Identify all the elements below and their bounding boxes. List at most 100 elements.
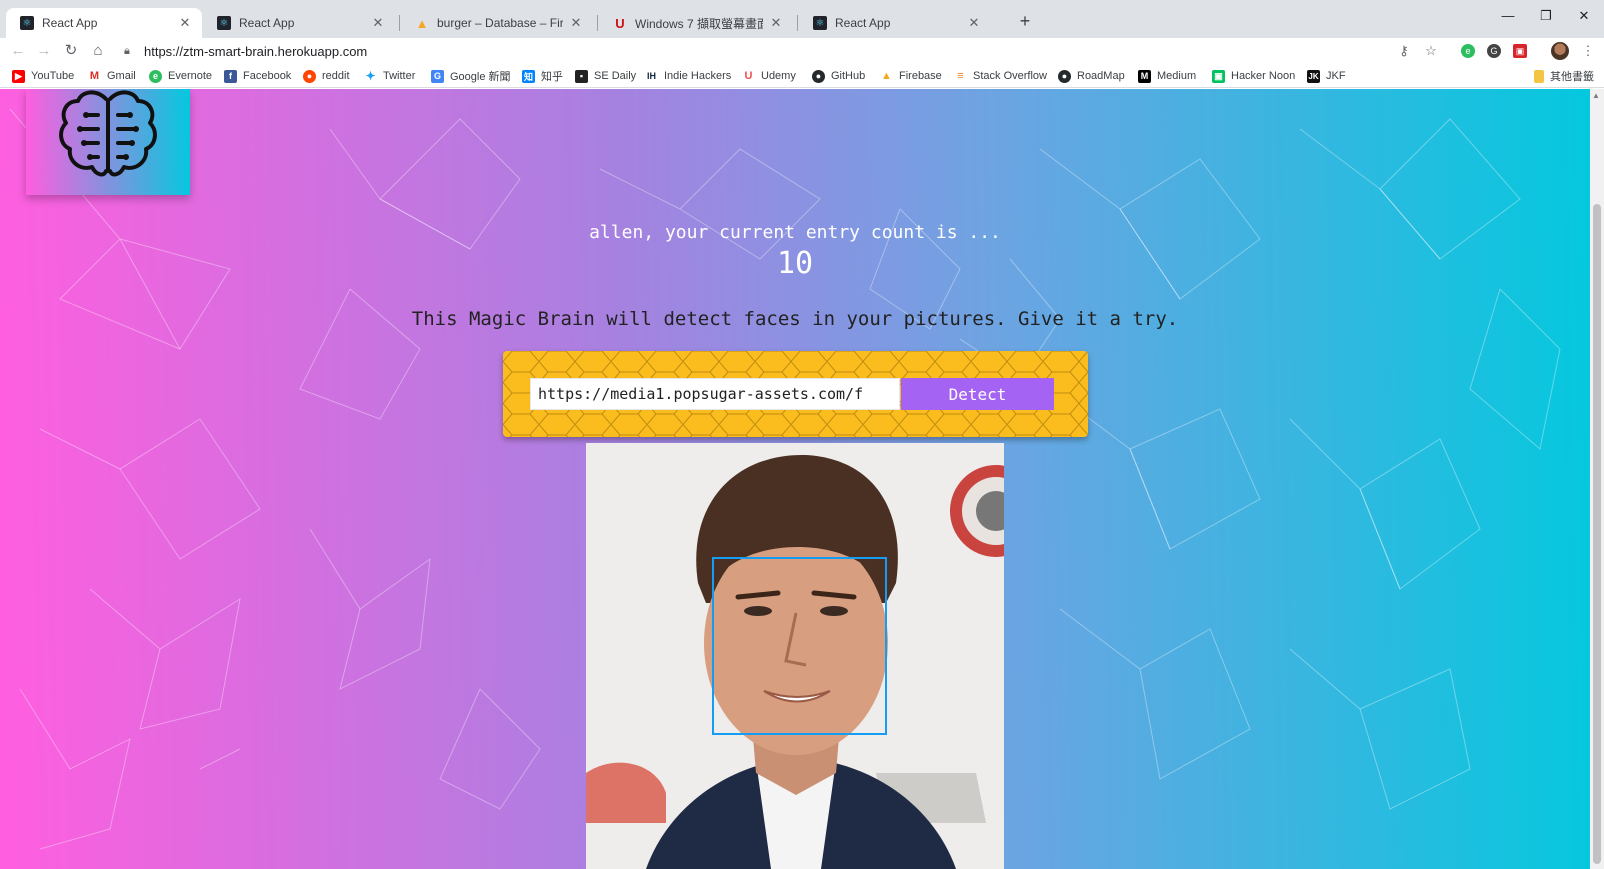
bookmark-label: reddit (322, 70, 350, 82)
minimize-button[interactable]: — (1488, 8, 1528, 23)
bookmark-roadmap[interactable]: ● RoadMap (1058, 68, 1125, 84)
bookmark-youtube[interactable]: ▶ YouTube (12, 68, 74, 84)
firebase-icon: ▲ (881, 70, 892, 82)
bookmark-label: Gmail (107, 70, 136, 82)
bookmark-label: Facebook (243, 70, 292, 82)
bookmark-jkf[interactable]: JK JKF (1307, 68, 1346, 84)
scrollbar-thumb[interactable] (1593, 204, 1601, 864)
bookmark-label: 知乎 (541, 71, 563, 83)
stackoverflow-icon: ≡ (957, 70, 964, 82)
bookmark-label: Indie Hackers (664, 70, 732, 82)
reddit-icon: ● (303, 69, 316, 83)
bookmark-stack-overflow[interactable]: ≡ Stack Overflow (954, 68, 1047, 84)
udemy-icon: U (744, 70, 753, 82)
avatar[interactable] (1551, 42, 1569, 60)
bookmark-label: Hacker Noon (1231, 70, 1296, 82)
bookmark-gmail[interactable]: M Gmail (88, 68, 136, 84)
bookmark-twitter[interactable]: ✦ Twitter (364, 68, 415, 84)
entry-count-text: allen, your current entry count is ... (589, 222, 1001, 243)
tab-title: React App (239, 16, 295, 30)
extension-icon[interactable]: G (1487, 44, 1501, 58)
home-button[interactable]: ⌂ (87, 40, 109, 62)
tab-strip: ⚛ React App ✕ ⚛ React App ✕ ▲ burger – D… (0, 0, 1604, 38)
bookmark-other-folder[interactable]: 其他書籤 (1534, 68, 1594, 84)
bookmark-label: YouTube (31, 70, 75, 82)
hacker-noon-icon: ▣ (1212, 69, 1225, 83)
bookmark-google-news[interactable]: G Google 新聞 (431, 68, 511, 84)
new-tab-button[interactable]: + (1013, 10, 1037, 32)
evernote-icon: e (149, 69, 162, 83)
bookmark-indie-hackers[interactable]: IH Indie Hackers (645, 68, 731, 84)
key-icon[interactable]: ⚷ (1394, 41, 1414, 61)
logo-card[interactable] (26, 89, 190, 195)
tab-title: React App (835, 16, 891, 30)
reload-button[interactable]: ↻ (60, 40, 82, 62)
tab-title: burger – Database – Firebase c (437, 16, 563, 30)
zhihu-icon: 知 (522, 69, 535, 83)
bookmarks-bar: ▶ YouTube M Gmail e Evernote f Facebook … (0, 64, 1604, 88)
bookmark-reddit[interactable]: ● reddit (303, 68, 350, 84)
tab-firebase[interactable]: ▲ burger – Database – Firebase c ✕ (401, 8, 593, 38)
close-icon[interactable]: ✕ (178, 15, 192, 31)
page-content: allen, your current entry count is ... 1… (0, 89, 1590, 869)
close-icon[interactable]: ✕ (769, 15, 783, 31)
bookmark-hacker-noon[interactable]: ▣ Hacker Noon (1212, 68, 1295, 84)
react-icon: ⚛ (20, 16, 34, 30)
indie-hackers-icon: IH (647, 71, 656, 81)
scroll-up-icon[interactable]: ▲ (1592, 91, 1600, 100)
bookmark-udemy[interactable]: U Udemy (742, 68, 796, 84)
face-image (586, 443, 1004, 869)
image-url-input[interactable] (530, 378, 900, 410)
detect-button[interactable]: Detect (901, 378, 1054, 410)
react-icon: ⚛ (217, 16, 231, 30)
pdf-extension-icon[interactable]: ▣ (1513, 44, 1527, 58)
bookmark-se-daily[interactable]: ▪ SE Daily (575, 68, 636, 84)
bookmark-label: Twitter (383, 70, 416, 82)
window-close-button[interactable]: ✕ (1564, 8, 1604, 24)
gmail-icon: M (89, 70, 100, 82)
bookmark-label: Stack Overflow (973, 70, 1047, 82)
bookmark-label: JKF (1326, 70, 1346, 82)
youtube-icon: ▶ (12, 69, 25, 83)
facebook-icon: f (224, 69, 237, 83)
scrollbar[interactable]: ▲ (1590, 89, 1604, 869)
tab-react-app-2[interactable]: ⚛ React App ✕ (203, 8, 395, 38)
tab-react-app-3[interactable]: ⚛ React App ✕ (799, 8, 991, 38)
google-news-icon: G (431, 69, 444, 83)
close-icon[interactable]: ✕ (569, 15, 583, 31)
bookmark-label: Evernote (168, 70, 213, 82)
close-icon[interactable]: ✕ (967, 15, 981, 31)
tagline: This Magic Brain will detect faces in yo… (411, 308, 1179, 330)
bookmark-github[interactable]: ● GitHub (812, 68, 865, 84)
browser-toolbar: ← → ↻ ⌂ 🔒︎ https://ztm-smart-brain.herok… (0, 38, 1604, 64)
bookmark-zhihu[interactable]: 知 知乎 (522, 68, 563, 84)
firebase-icon: ▲ (415, 15, 429, 31)
image-link-form: Detect (503, 351, 1088, 437)
forward-button[interactable]: → (33, 40, 55, 62)
udemy-icon: U (615, 15, 625, 31)
bookmark-label: GitHub (831, 70, 866, 82)
menu-icon[interactable]: ⋮ (1578, 41, 1598, 61)
tab-separator (399, 15, 400, 31)
evernote-extension-icon[interactable]: e (1461, 44, 1475, 58)
bookmark-star-icon[interactable]: ☆ (1421, 41, 1441, 61)
bookmark-label: SE Daily (594, 70, 637, 82)
close-icon[interactable]: ✕ (371, 15, 385, 31)
bookmark-label: RoadMap (1077, 70, 1125, 82)
address-bar[interactable]: 🔒︎ https://ztm-smart-brain.herokuapp.com (114, 39, 1414, 63)
tab-react-app-1[interactable]: ⚛ React App ✕ (6, 8, 202, 38)
react-icon: ⚛ (813, 16, 827, 30)
bookmark-label: Google 新聞 (450, 71, 511, 83)
face-bounding-box (712, 557, 887, 735)
bookmark-medium[interactable]: M Medium (1138, 68, 1196, 84)
url-text: https://ztm-smart-brain.herokuapp.com (144, 43, 368, 59)
tab-title: Windows 7 擷取螢幕畫面 Print S (635, 16, 763, 31)
bookmark-evernote[interactable]: e Evernote (149, 68, 212, 84)
bookmark-label: Medium (1157, 70, 1197, 82)
restore-button[interactable]: ❐ (1526, 8, 1566, 24)
back-button[interactable]: ← (7, 40, 29, 62)
bookmark-facebook[interactable]: f Facebook (224, 68, 291, 84)
tab-windows7[interactable]: U Windows 7 擷取螢幕畫面 Print S ✕ (599, 8, 793, 38)
bookmark-label: 其他書籤 (1550, 71, 1594, 83)
bookmark-firebase[interactable]: ▲ Firebase (880, 68, 942, 84)
